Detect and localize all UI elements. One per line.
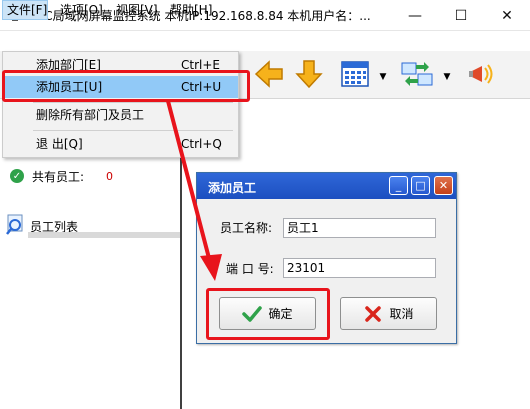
cancel-button[interactable]: 取消 xyxy=(340,297,437,330)
port-number-input[interactable]: 23101 xyxy=(283,258,436,278)
calendar-grid-icon[interactable] xyxy=(336,55,374,93)
file-menu-dropdown: 添加部门[E] Ctrl+E 添加员工[U] Ctrl+U 删除所有部门及员工 … xyxy=(2,51,239,158)
menu-bar xyxy=(0,31,530,51)
arrow-down-icon[interactable] xyxy=(290,55,328,93)
menu-item-exit[interactable]: 退 出[Q] Ctrl+Q xyxy=(3,133,238,155)
employee-name-label: 员工名称: xyxy=(220,221,273,235)
menu-file[interactable]: 文件[F] xyxy=(2,0,48,20)
total-employees-label: 共有员工: xyxy=(32,169,85,184)
menu-options[interactable]: 选项[O] xyxy=(56,0,107,20)
total-employees-row: ✓ 共有员工: 0 xyxy=(10,167,113,185)
chevron-down-icon[interactable]: ▼ xyxy=(442,72,452,82)
transfer-icon[interactable] xyxy=(398,55,436,93)
menu-view[interactable]: 视图[V] xyxy=(112,0,162,20)
checkmark-icon xyxy=(242,304,263,324)
menu-item-label: 退 出[Q] xyxy=(36,137,83,151)
menu-help[interactable]: 帮助[H] xyxy=(166,0,216,20)
menu-item-add-department[interactable]: 添加部门[E] Ctrl+E xyxy=(3,54,238,76)
menu-item-shortcut: Ctrl+E xyxy=(181,58,220,72)
employee-name-input[interactable]: 员工1 xyxy=(283,218,436,238)
close-button[interactable]: ✕ xyxy=(484,0,530,31)
menu-item-label: 删除所有部门及员工 xyxy=(36,108,145,122)
menu-item-shortcut: Ctrl+U xyxy=(181,80,222,94)
minimize-button[interactable]: — xyxy=(392,0,438,31)
menu-item-delete-all[interactable]: 删除所有部门及员工 xyxy=(3,104,238,126)
maximize-button[interactable]: ☐ xyxy=(438,0,484,31)
chevron-down-icon[interactable]: ▼ xyxy=(378,72,388,82)
dialog-minimize-button[interactable]: _ xyxy=(389,176,408,195)
ok-button[interactable]: 确定 xyxy=(219,297,316,330)
check-circle-icon: ✓ xyxy=(10,169,24,183)
menu-separator xyxy=(33,130,233,131)
magnifier-icon xyxy=(6,213,26,235)
broadcast-megaphone-icon[interactable] xyxy=(464,55,502,93)
menu-separator xyxy=(33,102,233,103)
dialog-close-button[interactable]: ✕ xyxy=(434,176,453,195)
port-number-label: 端 口 号: xyxy=(226,262,274,276)
ok-button-label: 确定 xyxy=(268,307,293,321)
menu-item-shortcut: Ctrl+Q xyxy=(181,137,222,151)
cancel-button-label: 取消 xyxy=(389,307,414,321)
dialog-title: 添加员工 xyxy=(208,181,257,195)
menu-item-add-employee[interactable]: 添加员工[U] Ctrl+U xyxy=(3,76,238,98)
menu-item-label: 添加员工[U] xyxy=(36,80,103,94)
x-mark-icon xyxy=(363,304,383,324)
dialog-maximize-button[interactable]: □ xyxy=(411,176,430,195)
employee-list-separator xyxy=(28,232,180,238)
total-employees-count: 0 xyxy=(106,169,114,183)
menu-item-label: 添加部门[E] xyxy=(36,58,101,72)
arrow-left-icon[interactable] xyxy=(250,55,288,93)
